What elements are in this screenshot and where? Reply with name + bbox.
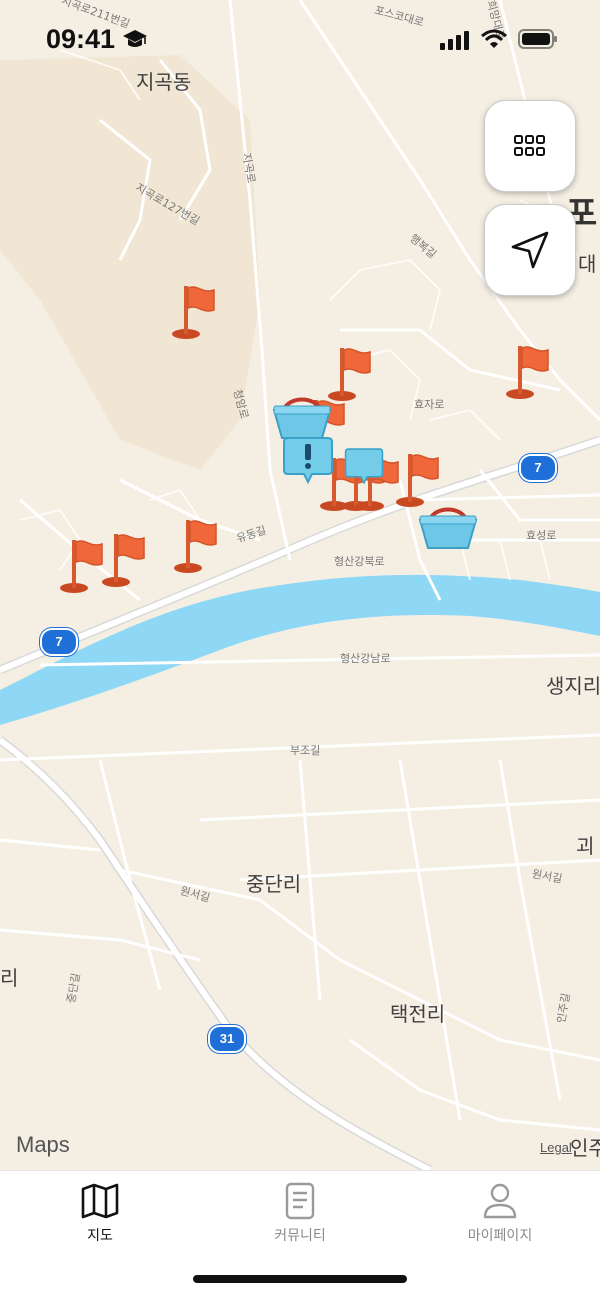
tab-map[interactable]: 지도	[0, 1171, 200, 1261]
alert-bubble-marker[interactable]	[344, 446, 384, 486]
tab-map-label: 지도	[87, 1228, 113, 1244]
place-label-ri: 리	[0, 966, 19, 990]
wifi-icon	[481, 29, 507, 48]
cellular-signal-icon	[440, 31, 469, 50]
legal-link[interactable]: Legal	[540, 1140, 572, 1155]
tab-mypage[interactable]: 마이페이지	[400, 1171, 600, 1261]
place-label-gwa: 괴	[576, 834, 595, 858]
place-label-saengji: 생지리	[546, 674, 600, 698]
tab-mypage-label: 마이페이지	[467, 1228, 533, 1244]
road-label-hyoja: 효자로	[414, 398, 445, 411]
place-label-inju: 인주	[570, 1136, 600, 1160]
alert-bubble-marker[interactable]	[282, 434, 334, 486]
flag-marker[interactable]	[392, 448, 442, 510]
home-indicator	[193, 1275, 407, 1283]
battery-icon	[518, 29, 557, 49]
person-icon	[483, 1183, 517, 1219]
location-arrow-icon	[511, 231, 549, 269]
route-7-shield: 7	[519, 454, 557, 482]
flag-marker[interactable]	[170, 514, 220, 576]
road-label-hyeongsan-south: 형산강남로	[340, 652, 391, 665]
flag-marker[interactable]	[56, 534, 106, 596]
road-label-bujo: 부조길	[290, 744, 321, 757]
status-bar: 09:41	[0, 0, 600, 78]
document-icon	[285, 1182, 315, 1220]
basket-marker[interactable]	[416, 502, 480, 552]
route-31-shield: 31	[208, 1025, 246, 1053]
map-icon	[81, 1183, 119, 1219]
apple-maps-logo: Maps	[16, 1132, 70, 1157]
road-label-hyoseong: 효성로	[526, 529, 557, 542]
grid-menu-icon	[514, 135, 545, 156]
tab-community-label: 커뮤니티	[274, 1228, 326, 1244]
place-label-jungdan: 중단리	[246, 872, 302, 896]
place-label-taekjeon: 택전리	[390, 1002, 446, 1026]
road-label-hyeongsan-north: 형산강북로	[334, 555, 385, 568]
tab-community[interactable]: 커뮤니티	[200, 1171, 400, 1261]
graduation-cap-icon	[123, 30, 147, 47]
grid-menu-button[interactable]	[484, 100, 576, 192]
current-location-button[interactable]	[484, 204, 576, 296]
place-label-dae: 대	[578, 252, 597, 276]
route-7-shield: 7	[40, 628, 78, 656]
flag-marker[interactable]	[168, 280, 218, 342]
status-time: 09:41	[46, 24, 116, 54]
flag-marker[interactable]	[502, 340, 552, 402]
